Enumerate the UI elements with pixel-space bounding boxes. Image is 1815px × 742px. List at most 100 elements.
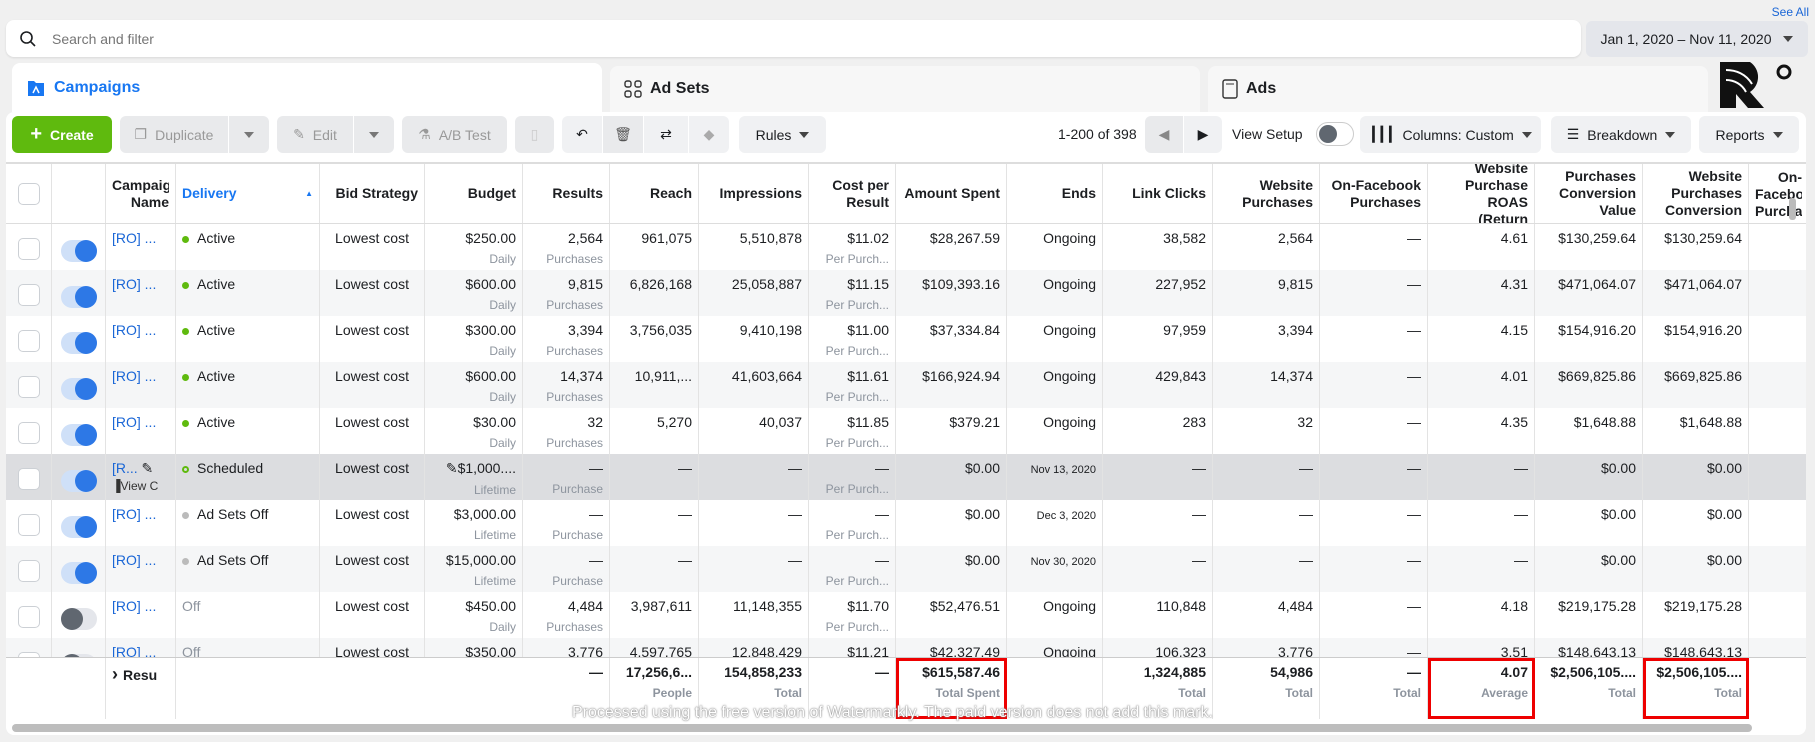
row-checkbox[interactable] <box>17 560 40 582</box>
breakdown-button[interactable]: ☰ Breakdown <box>1551 116 1691 153</box>
campaign-toggle[interactable] <box>60 516 97 538</box>
header-purchases-conversion-value[interactable]: Purchases Conversion Value <box>1535 164 1643 223</box>
summary-campaign-name[interactable]: › Resu <box>106 658 176 719</box>
table-row[interactable]: [RO] ... Active Lowest cost $600.00 Daily 14,… <box>6 362 1806 408</box>
cell-select[interactable] <box>6 316 52 362</box>
cell-delivery[interactable]: Ad Sets Off <box>176 500 320 546</box>
duplicate-button[interactable]: ❐ Duplicate <box>120 116 228 153</box>
header-budget[interactable]: Budget <box>425 164 523 223</box>
view-setup-toggle[interactable] <box>1316 122 1354 146</box>
cell-value[interactable]: [R... <box>112 460 138 476</box>
cell-select[interactable] <box>6 500 52 546</box>
tab-campaigns[interactable]: Campaigns <box>12 63 602 112</box>
cell-value[interactable]: [RO] ... <box>112 368 156 384</box>
cell-value[interactable]: [RO] ... <box>112 552 156 568</box>
cell-select[interactable] <box>6 454 52 500</box>
cell-campaign-name[interactable]: [RO] ... <box>106 546 176 592</box>
cell-delivery[interactable]: Ad Sets Off <box>176 546 320 592</box>
campaign-toggle[interactable] <box>60 332 97 354</box>
table-row[interactable]: [RO] ... Off Lowest cost $450.00 Daily 4,484 P… <box>6 592 1806 638</box>
cell-delivery[interactable]: Active <box>176 224 320 270</box>
row-checkbox[interactable] <box>17 376 40 398</box>
cell-value[interactable]: [RO] ... <box>112 414 156 430</box>
vertical-scrollbar[interactable] <box>1789 198 1796 220</box>
cell-toggle[interactable] <box>52 500 106 546</box>
cell-toggle[interactable] <box>52 362 106 408</box>
header-bid-strategy[interactable]: Bid Strategy <box>320 164 425 223</box>
table-row[interactable]: [RO] ... Ad Sets Off Lowest cost $3,000.00 L… <box>6 500 1806 546</box>
cell-value[interactable]: [RO] ... <box>112 276 156 292</box>
tag-button[interactable]: ◆ <box>689 116 729 153</box>
edit-dropdown[interactable] <box>354 116 394 153</box>
cell-toggle[interactable] <box>52 546 106 592</box>
sort-ascending-icon[interactable]: ▲ <box>305 185 313 202</box>
campaign-toggle[interactable] <box>60 378 97 400</box>
cell-select[interactable] <box>6 362 52 408</box>
cell-value[interactable]: [RO] ... <box>112 230 156 246</box>
tab-ads[interactable]: Ads <box>1208 66 1708 112</box>
delete-button[interactable]: 🗑︎ <box>603 116 643 153</box>
header-impressions[interactable]: Impressions <box>699 164 809 223</box>
cell-select[interactable] <box>6 546 52 592</box>
search-input[interactable] <box>52 30 1452 47</box>
table-row[interactable]: [RO] ... Active Lowest cost $600.00 Daily 9,8… <box>6 270 1806 316</box>
clipboard-button[interactable]: ▯ <box>515 116 554 153</box>
cell-toggle[interactable] <box>52 408 106 454</box>
campaign-toggle[interactable] <box>60 240 97 262</box>
cell-campaign-name[interactable]: [RO] ... <box>106 316 176 362</box>
cell-select[interactable] <box>6 270 52 316</box>
tab-ad-sets[interactable]: Ad Sets <box>610 66 1200 112</box>
next-page-button[interactable]: ▶ <box>1184 116 1222 153</box>
campaign-toggle[interactable] <box>60 470 97 492</box>
table-row[interactable]: [RO] ... Ad Sets Off Lowest cost $15,000.00… <box>6 546 1806 592</box>
campaign-toggle[interactable] <box>60 286 97 308</box>
header-link-clicks[interactable]: Link Clicks <box>1103 164 1213 223</box>
table-row[interactable]: [RO] ... Active Lowest cost $250.00 Daily 2,5… <box>6 224 1806 270</box>
prev-page-button[interactable]: ◀ <box>1145 116 1183 153</box>
cell-campaign-name[interactable]: [RO] ... <box>106 500 176 546</box>
header-campaign-name[interactable]: Campaign Name <box>106 164 176 223</box>
export-button[interactable]: ⇄ <box>644 116 688 153</box>
row-checkbox[interactable] <box>17 422 40 444</box>
cell-campaign-name[interactable]: [R... ✎ ▐View C <box>106 454 176 500</box>
cell-value[interactable]: [RO] ... <box>112 322 156 338</box>
cell-value[interactable]: [RO] ... <box>112 506 156 522</box>
edit-button[interactable]: ✎ Edit <box>277 116 353 153</box>
row-checkbox[interactable] <box>17 284 40 306</box>
header-delivery[interactable]: Delivery ▲ <box>176 164 320 223</box>
chevron-right-icon[interactable]: › <box>112 664 123 684</box>
table-row[interactable]: [RO] ... Active Lowest cost $30.00 Daily 32 Pu… <box>6 408 1806 454</box>
pencil-icon[interactable]: ✎ <box>446 460 458 476</box>
columns-button[interactable]: ┃┃┃ Columns: Custom <box>1360 116 1541 153</box>
table-row[interactable]: [RO] ... Active Lowest cost $300.00 Daily 3,3… <box>6 316 1806 362</box>
view-charts-link[interactable]: ▐View C <box>112 479 169 493</box>
cell-delivery[interactable]: Active <box>176 408 320 454</box>
create-button[interactable]: + Create <box>12 116 112 153</box>
header-reach[interactable]: Reach <box>610 164 699 223</box>
header-ends[interactable]: Ends <box>1007 164 1103 223</box>
cell-select[interactable] <box>6 408 52 454</box>
cell-delivery[interactable]: Active <box>176 362 320 408</box>
cell-toggle[interactable] <box>52 224 106 270</box>
header-on-facebook-conv[interactable]: On-Facebook Purchases Conv <box>1749 164 1806 223</box>
table-row[interactable]: [R... ✎ ▐View C Scheduled Lowest cost ✎$1,00… <box>6 454 1806 500</box>
campaign-toggle[interactable] <box>60 424 97 446</box>
rules-button[interactable]: Rules <box>739 116 826 153</box>
pencil-icon[interactable]: ✎ <box>138 460 154 476</box>
undo-button[interactable]: ↶ <box>562 116 602 153</box>
cell-select[interactable] <box>6 592 52 638</box>
campaign-toggle[interactable] <box>60 562 97 584</box>
cell-delivery[interactable]: Off <box>176 592 320 638</box>
duplicate-dropdown[interactable] <box>229 116 269 153</box>
cell-campaign-name[interactable]: [RO] ... <box>106 592 176 638</box>
see-all-link[interactable]: See All <box>1772 5 1809 19</box>
select-all-checkbox[interactable] <box>17 182 40 205</box>
header-website-purchases[interactable]: Website Purchases <box>1213 164 1320 223</box>
cell-delivery[interactable]: Active <box>176 270 320 316</box>
header-results[interactable]: Results <box>523 164 610 223</box>
ab-test-button[interactable]: ⚗ A/B Test <box>402 116 507 153</box>
cell-campaign-name[interactable]: [RO] ... <box>106 362 176 408</box>
row-checkbox[interactable] <box>17 238 40 260</box>
horizontal-scrollbar[interactable] <box>12 724 1752 732</box>
row-checkbox[interactable] <box>17 330 40 352</box>
